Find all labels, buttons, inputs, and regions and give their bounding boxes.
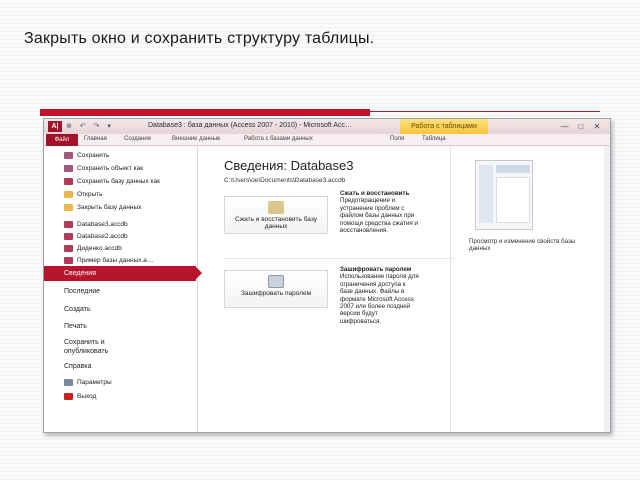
encrypt-password-button[interactable]: Зашифровать паролем xyxy=(224,270,328,308)
close-icon[interactable]: ✕ xyxy=(590,122,604,131)
compact-repair-button-label: Сжать и восстановить базу данных xyxy=(234,216,317,230)
nav-save-object-as-label: Сохранить объект как xyxy=(77,165,144,172)
exit-icon xyxy=(64,392,73,400)
lock-database-icon xyxy=(268,275,284,288)
thumbnail-ribbon xyxy=(496,165,530,173)
save-db-icon xyxy=(64,177,73,185)
nav-open[interactable]: Открыть xyxy=(64,190,103,199)
nav-options[interactable]: Параметры xyxy=(64,378,112,387)
compact-repair-icon xyxy=(268,201,284,214)
restore-icon[interactable]: □ xyxy=(574,122,588,131)
recent-file-label: Диденко.accdb xyxy=(77,245,122,252)
recent-file[interactable]: Database3.accdb xyxy=(64,220,128,229)
nav-save-db-as-label: Сохранить базу данных как xyxy=(77,178,160,185)
encrypt-text: Использование пароля для ограничения дос… xyxy=(340,273,419,325)
info-title: Сведения: Database3 xyxy=(224,158,354,173)
database-file-icon xyxy=(64,220,73,228)
tab-fields[interactable]: Поля xyxy=(390,136,404,142)
save-as-icon xyxy=(64,164,73,172)
compact-repair-button[interactable]: Сжать и восстановить базу данных xyxy=(224,196,328,234)
compact-repair-text: Предотвращение и устранение проблем с фа… xyxy=(340,197,418,235)
tab-file[interactable]: Файл xyxy=(46,134,78,146)
nav-options-label: Параметры xyxy=(77,379,112,386)
recent-file[interactable]: Пример базы данных.a… xyxy=(64,256,153,265)
nav-exit[interactable]: Выход xyxy=(64,392,96,401)
database-thumbnail[interactable] xyxy=(475,160,533,230)
nav-info-selected[interactable]: Сведения xyxy=(44,266,202,281)
context-tab-table-tools[interactable]: Работа с таблицами xyxy=(400,119,488,134)
vertical-scrollbar[interactable] xyxy=(604,146,610,432)
window-controls: — □ ✕ xyxy=(558,122,604,131)
view-properties-link[interactable]: Просмотр и изменение свойств базы данных xyxy=(469,238,579,253)
recent-file[interactable]: Database2.accdb xyxy=(64,232,128,241)
slide-title: Закрыть окно и сохранить структуру табли… xyxy=(24,30,375,47)
access-app-icon[interactable]: A| xyxy=(48,121,62,132)
tab-table[interactable]: Таблица xyxy=(422,136,446,142)
recent-file-label: Database3.accdb xyxy=(77,221,128,228)
thumbnail-nav-pane xyxy=(479,165,493,223)
tab-create[interactable]: Создание xyxy=(124,136,151,142)
minimize-icon[interactable]: — xyxy=(558,122,572,131)
window-title: Database3 : база данных (Access 2007 - 2… xyxy=(148,122,352,129)
nav-print[interactable]: Печать xyxy=(64,322,87,331)
tab-home[interactable]: Главная xyxy=(84,136,107,142)
database-file-icon xyxy=(64,232,73,240)
nav-close-db[interactable]: Закрыть базу данных xyxy=(64,203,141,212)
access-window: A| ⊕ ↶ ↷ ▾ Database3 : база данных (Acce… xyxy=(43,118,611,433)
nav-save-object-as[interactable]: Сохранить объект как xyxy=(64,164,143,173)
database-file-icon xyxy=(64,256,73,264)
ribbon-tabs: Файл Главная Создание Внешние данные Раб… xyxy=(44,134,610,146)
database-file-icon xyxy=(64,244,73,252)
tab-external-data[interactable]: Внешние данные xyxy=(172,136,220,142)
nav-save-db-as[interactable]: Сохранить базу данных как xyxy=(64,177,160,186)
recent-file-label: Пример базы данных.a… xyxy=(77,257,154,264)
compact-repair-heading: Сжать и восстановить xyxy=(340,190,410,197)
close-db-icon xyxy=(64,203,73,211)
decorative-line xyxy=(370,111,600,112)
decorative-bar xyxy=(40,109,370,116)
database-path: C:\Users\oe\Documents\Database3.accdb xyxy=(224,177,346,184)
decorative-rule xyxy=(40,109,600,117)
encrypt-heading: Зашифровать паролем xyxy=(340,266,412,273)
recent-file[interactable]: Диденко.accdb xyxy=(64,244,122,253)
compact-repair-description: Сжать и восстановить Предотвращение и ус… xyxy=(340,190,420,234)
nav-open-label: Открыть xyxy=(77,191,103,198)
info-pane: Сведения: Database3 C:\Users\oe\Document… xyxy=(200,146,454,432)
tab-database-tools[interactable]: Работа с базами данных xyxy=(244,136,313,142)
nav-new[interactable]: Создать xyxy=(64,305,91,314)
encrypt-description: Зашифровать паролем Использование пароля… xyxy=(340,266,420,325)
nav-save-label: Сохранить xyxy=(77,152,110,159)
save-icon xyxy=(64,151,73,159)
backstage-nav: Сохранить Сохранить объект как Сохранить… xyxy=(44,146,202,432)
section-divider xyxy=(224,258,454,259)
preview-pane: Просмотр и изменение свойств базы данных xyxy=(450,146,610,432)
thumbnail-table xyxy=(496,177,530,223)
nav-help[interactable]: Справка xyxy=(64,362,91,371)
folder-icon xyxy=(64,190,73,198)
options-icon xyxy=(64,378,73,386)
quick-access-toolbar[interactable]: ⊕ ↶ ↷ ▾ xyxy=(66,122,114,130)
encrypt-password-button-label: Зашифровать паролем xyxy=(240,290,312,297)
nav-exit-label: Выход xyxy=(77,393,97,400)
nav-recent[interactable]: Последние xyxy=(64,287,100,296)
nav-save-publish[interactable]: Сохранить и опубликовать xyxy=(64,338,144,356)
nav-save[interactable]: Сохранить xyxy=(64,151,109,160)
recent-file-label: Database2.accdb xyxy=(77,233,128,240)
title-bar: A| ⊕ ↶ ↷ ▾ Database3 : база данных (Acce… xyxy=(44,119,610,134)
nav-close-db-label: Закрыть базу данных xyxy=(77,204,142,211)
